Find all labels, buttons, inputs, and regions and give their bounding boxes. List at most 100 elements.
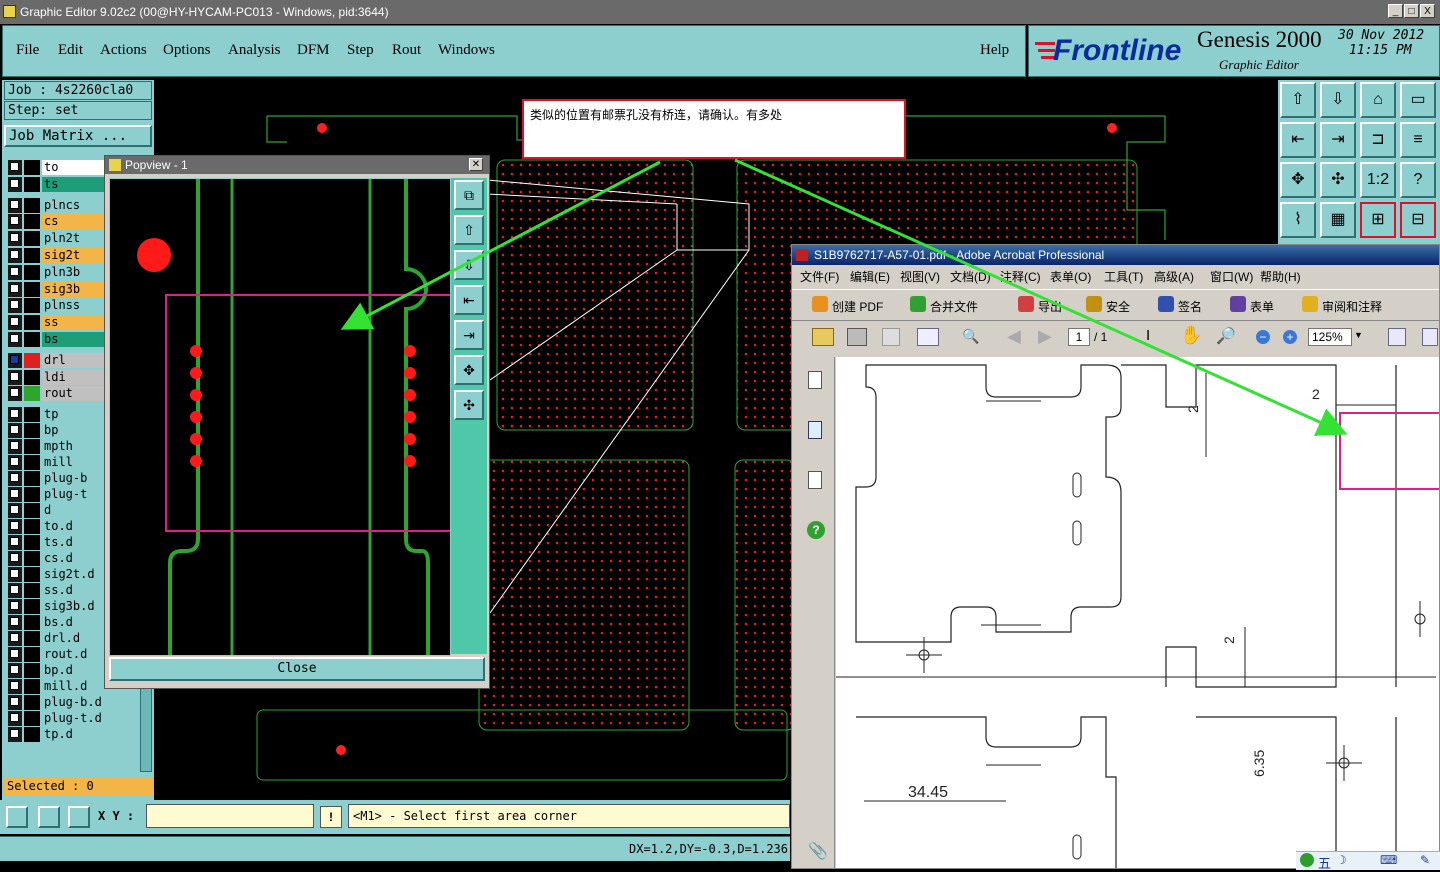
layer-checkbox[interactable] bbox=[8, 487, 22, 503]
acrobat-menu-item[interactable]: 视图(V) bbox=[900, 268, 940, 285]
layer-checkbox[interactable] bbox=[8, 535, 22, 551]
layer-checkbox[interactable] bbox=[8, 176, 22, 192]
zoom-fit-icon[interactable] bbox=[6, 806, 28, 828]
left-tool-icon[interactable]: ⇤ bbox=[1280, 122, 1316, 158]
menu-rout[interactable]: Rout bbox=[392, 42, 421, 59]
job-matrix-button[interactable]: Job Matrix ... bbox=[4, 125, 152, 147]
pages-icon[interactable] bbox=[808, 371, 822, 389]
email-icon[interactable] bbox=[917, 328, 939, 346]
layer-checkbox[interactable] bbox=[8, 231, 22, 247]
select-text-icon[interactable]: I bbox=[1146, 327, 1150, 344]
bracket-tool-icon[interactable]: ⊐ bbox=[1360, 122, 1396, 158]
popview-close-icon[interactable]: ✕ bbox=[469, 158, 483, 171]
layer-checkbox[interactable] bbox=[8, 567, 22, 583]
toolbar-task-button[interactable]: 签名 bbox=[1178, 298, 1202, 315]
scale-tool-icon[interactable]: 1:2 bbox=[1360, 162, 1396, 198]
acrobat-menu-item[interactable]: 注释(C) bbox=[1000, 268, 1041, 285]
layer-checkbox[interactable] bbox=[8, 503, 22, 519]
layer-checkbox[interactable] bbox=[8, 679, 22, 695]
keyboard-icon[interactable]: ⌨ bbox=[1380, 853, 1397, 867]
maximize-button[interactable]: □ bbox=[1404, 4, 1419, 18]
menu-edit[interactable]: Edit bbox=[58, 42, 83, 59]
down-tool-icon[interactable]: ⇩ bbox=[1320, 82, 1356, 118]
pan-tool-icon[interactable]: ✥ bbox=[1280, 162, 1316, 198]
pop-left-icon[interactable]: ⇤ bbox=[454, 285, 484, 315]
layer-checkbox[interactable] bbox=[8, 711, 22, 727]
page-number-input[interactable]: 1 bbox=[1068, 328, 1090, 346]
layer-checkbox[interactable] bbox=[8, 727, 22, 743]
close-window-button[interactable]: X bbox=[1420, 4, 1435, 18]
layer-checkbox[interactable] bbox=[8, 631, 22, 647]
save-icon[interactable] bbox=[882, 328, 900, 346]
toolbar-task-icon[interactable] bbox=[1018, 296, 1034, 312]
zoom-tool-icon[interactable]: 🔎 bbox=[1216, 326, 1236, 346]
acrobat-menu-item[interactable]: 工具(T) bbox=[1104, 268, 1143, 285]
zoom-out-icon[interactable]: − bbox=[1256, 330, 1270, 344]
ime-mode[interactable]: 五 bbox=[1318, 853, 1331, 872]
acrobat-menu-item[interactable]: 文件(F) bbox=[800, 268, 839, 285]
wrench-icon[interactable]: ✎ bbox=[1420, 853, 1430, 867]
menu-file[interactable]: File bbox=[16, 42, 39, 59]
layer-checkbox[interactable] bbox=[8, 695, 22, 711]
pop-copy-icon[interactable]: ⧉ bbox=[454, 180, 484, 210]
acrobat-menu-item[interactable]: 窗口(W) bbox=[1210, 268, 1253, 285]
acrobat-menu-item[interactable]: 文档(D) bbox=[950, 268, 991, 285]
layer-checkbox[interactable] bbox=[8, 369, 22, 385]
bookmarks-icon[interactable] bbox=[808, 421, 822, 439]
popview-close-button[interactable]: Close bbox=[109, 657, 485, 681]
layer-checkbox[interactable] bbox=[8, 423, 22, 439]
toolbar-task-button[interactable]: 合并文件 bbox=[930, 298, 978, 315]
layer-checkbox[interactable] bbox=[8, 386, 22, 402]
layer-checkbox[interactable] bbox=[8, 519, 22, 535]
toolbar-task-button[interactable]: 审阅和注释 bbox=[1322, 298, 1382, 315]
layer-row[interactable]: tp.d bbox=[8, 727, 126, 743]
layer-checkbox[interactable] bbox=[8, 599, 22, 615]
acrobat-menu-item[interactable]: 帮助(H) bbox=[1260, 268, 1301, 285]
layer-checkbox[interactable] bbox=[8, 407, 22, 423]
toolbar-task-button[interactable]: 创建 PDF bbox=[832, 298, 883, 315]
snap-tool-icon[interactable]: ⌇ bbox=[1280, 202, 1316, 238]
pop-fit-icon[interactable]: ✥ bbox=[454, 355, 484, 385]
layer-checkbox[interactable] bbox=[8, 248, 22, 263]
toolbar-task-icon[interactable] bbox=[1086, 296, 1102, 312]
layer-checkbox[interactable] bbox=[8, 214, 22, 230]
pdf-document-view[interactable]: 2 2 2 6.35 34.45 bbox=[836, 357, 1439, 868]
layer-checkbox[interactable] bbox=[8, 455, 22, 471]
layer-row[interactable]: plug-t.d bbox=[8, 711, 126, 727]
measure-icon[interactable] bbox=[38, 806, 60, 828]
pop-right-icon[interactable]: ⇥ bbox=[454, 320, 484, 350]
fit-width-icon[interactable] bbox=[1388, 328, 1406, 346]
layer-checkbox[interactable] bbox=[8, 197, 22, 213]
layer-checkbox[interactable] bbox=[8, 551, 22, 567]
zoom-level-field[interactable]: 125% bbox=[1308, 328, 1352, 346]
minimize-button[interactable]: _ bbox=[1388, 4, 1403, 18]
layer-a-tool-icon[interactable]: ⊞ bbox=[1360, 202, 1396, 238]
grid-icon[interactable] bbox=[68, 806, 90, 828]
attachment-icon[interactable]: 📎 bbox=[808, 841, 828, 861]
menu-windows[interactable]: Windows bbox=[438, 42, 495, 59]
ime-logo-icon[interactable] bbox=[1300, 853, 1314, 867]
layer-checkbox[interactable] bbox=[8, 281, 22, 297]
toolbar-task-icon[interactable] bbox=[1302, 296, 1318, 312]
pop-down-icon[interactable]: ⇩ bbox=[454, 250, 484, 280]
layer-checkbox[interactable] bbox=[8, 332, 22, 347]
toolbar-task-button[interactable]: 导出 bbox=[1038, 298, 1062, 315]
menu-options[interactable]: Options bbox=[163, 42, 211, 59]
menu-actions[interactable]: Actions bbox=[100, 42, 147, 59]
layer-checkbox[interactable] bbox=[8, 663, 22, 679]
layer-checkbox[interactable] bbox=[8, 439, 22, 455]
acrobat-menu-item[interactable]: 编辑(E) bbox=[850, 268, 890, 285]
panel-tool-icon[interactable]: ▭ bbox=[1400, 82, 1436, 118]
alert-icon[interactable]: ! bbox=[320, 806, 342, 828]
layer-b-tool-icon[interactable]: ⊟ bbox=[1400, 202, 1436, 238]
search-icon[interactable]: 🔍 bbox=[962, 328, 979, 345]
toolbar-task-icon[interactable] bbox=[812, 296, 828, 312]
popview-canvas[interactable] bbox=[109, 178, 453, 656]
menu-dfm[interactable]: DFM bbox=[297, 42, 330, 59]
toolbar-task-icon[interactable] bbox=[1230, 296, 1246, 312]
toolbar-task-button[interactable]: 表单 bbox=[1250, 298, 1274, 315]
hand-tool-icon[interactable]: ✋ bbox=[1180, 325, 1202, 346]
layer-checkbox[interactable] bbox=[8, 264, 22, 280]
toolbar-task-icon[interactable] bbox=[1158, 296, 1174, 312]
query-tool-icon[interactable]: ? bbox=[1400, 162, 1436, 198]
